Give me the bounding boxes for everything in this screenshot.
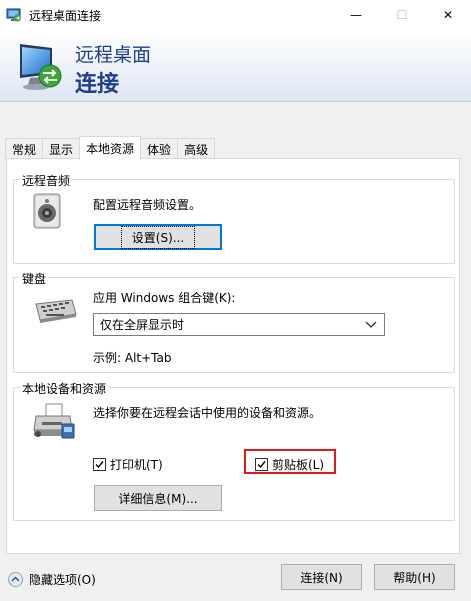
remote-desktop-app-icon bbox=[6, 8, 21, 22]
hide-options-toggle[interactable]: 隐藏选项(O) bbox=[8, 571, 96, 588]
keyboard-group: 键盘 应用 Windows 组合键(K): 仅在全屏显示时 示例: Alt+Ta… bbox=[13, 270, 455, 373]
tab-advanced[interactable]: 高级 bbox=[177, 138, 216, 159]
checkmark-icon bbox=[95, 461, 104, 469]
clipboard-checkbox-box[interactable] bbox=[255, 458, 268, 471]
close-button[interactable]: ✕ bbox=[425, 0, 471, 30]
hide-options-label: 隐藏选项(O) bbox=[29, 573, 96, 587]
tab-local-resources[interactable]: 本地资源 bbox=[79, 136, 142, 160]
local-devices-group: 本地设备和资源 选择你要在远程会话中使用的设备和资源。 打印机(T) 剪贴板(L… bbox=[13, 380, 455, 521]
audio-settings-button[interactable]: 设置(S)... bbox=[94, 224, 222, 250]
tab-experience[interactable]: 体验 bbox=[140, 138, 179, 159]
chevron-down-icon bbox=[365, 321, 377, 328]
maximize-button[interactable]: ☐ bbox=[379, 0, 425, 30]
printers-checkbox[interactable]: 打印机(T) bbox=[93, 456, 163, 473]
printers-label: 打印机(T) bbox=[110, 458, 163, 472]
local-devices-legend: 本地设备和资源 bbox=[20, 380, 109, 397]
clipboard-label: 剪贴板(L) bbox=[272, 458, 325, 472]
minimize-button[interactable]: — bbox=[333, 0, 379, 30]
chevron-up-icon bbox=[8, 572, 23, 587]
monitor-remote-icon bbox=[20, 44, 62, 90]
devices-description: 选择你要在远程会话中使用的设备和资源。 bbox=[93, 406, 322, 420]
banner-title-line2: 连接 bbox=[75, 72, 120, 97]
keyboard-legend: 键盘 bbox=[20, 270, 49, 287]
tab-general[interactable]: 常规 bbox=[5, 138, 44, 159]
keyboard-label: 应用 Windows 组合键(K): bbox=[93, 291, 236, 305]
connect-button[interactable]: 连接(N) bbox=[281, 564, 362, 590]
remote-audio-legend: 远程音频 bbox=[20, 172, 73, 189]
audio-description: 配置远程音频设置。 bbox=[93, 198, 202, 212]
title-bar: 远程桌面连接 — ☐ ✕ bbox=[0, 0, 471, 30]
windows-key-combo-select[interactable]: 仅在全屏显示时 bbox=[93, 313, 385, 336]
help-button[interactable]: 帮助(H) bbox=[374, 564, 455, 590]
checkmark-icon bbox=[257, 461, 266, 469]
printer-devices-icon bbox=[33, 403, 75, 439]
banner-title-line1: 远程桌面 bbox=[75, 44, 152, 66]
header-banner: 远程桌面 连接 bbox=[0, 30, 471, 102]
clipboard-checkbox[interactable]: 剪贴板(L) bbox=[255, 456, 324, 473]
speaker-icon bbox=[33, 193, 61, 229]
tab-display[interactable]: 显示 bbox=[42, 138, 81, 159]
keyboard-icon bbox=[35, 299, 77, 323]
remote-audio-group: 远程音频 配置远程音频设置。 设置(S)... bbox=[13, 172, 455, 264]
tab-strip: 常规 显示 本地资源 体验 高级 bbox=[5, 136, 216, 160]
keyboard-example: 示例: Alt+Tab bbox=[93, 351, 172, 365]
windows-key-combo-value: 仅在全屏显示时 bbox=[100, 318, 185, 332]
details-button[interactable]: 详细信息(M)... bbox=[94, 485, 222, 511]
audio-settings-label: 设置(S)... bbox=[120, 225, 196, 249]
window-title: 远程桌面连接 bbox=[29, 8, 102, 23]
local-resources-panel: 远程音频 配置远程音频设置。 设置(S)... 键盘 应用 Windows 组合… bbox=[6, 158, 460, 554]
printers-checkbox-box[interactable] bbox=[93, 458, 106, 471]
